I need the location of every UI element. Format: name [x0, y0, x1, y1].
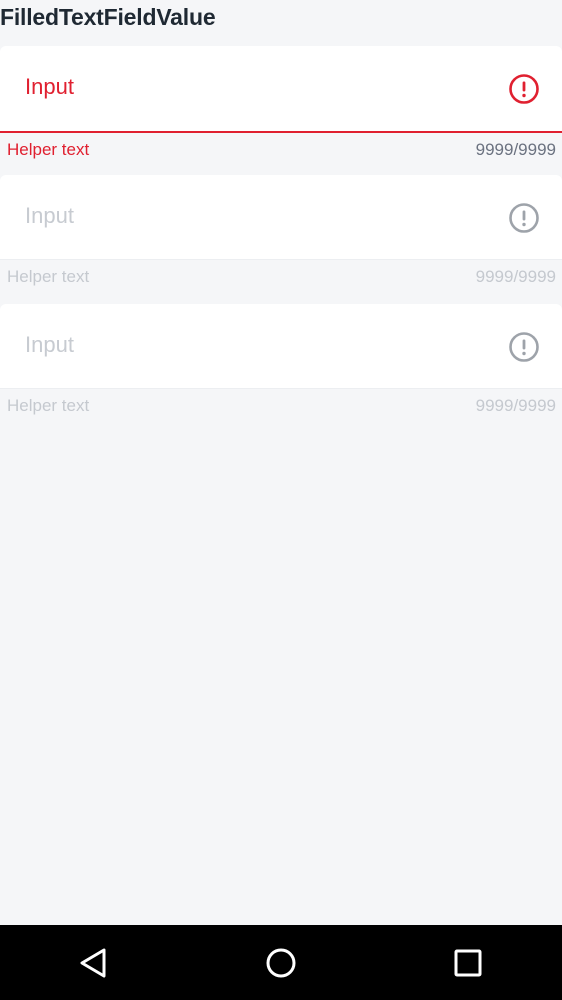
page-title: FilledTextFieldValue	[0, 4, 216, 30]
text-input[interactable]	[25, 203, 465, 229]
recents-icon[interactable]	[450, 945, 486, 981]
error-icon[interactable]	[508, 73, 540, 105]
helper-row: Helper text 9999/9999	[0, 260, 562, 302]
text-field-container[interactable]	[0, 46, 562, 133]
character-counter: 9999/9999	[475, 140, 556, 159]
character-counter: 9999/9999	[475, 267, 556, 286]
helper-text: Helper text	[7, 140, 90, 159]
helper-row: Helper text 9999/9999	[0, 389, 562, 431]
back-icon[interactable]	[76, 945, 112, 981]
home-icon[interactable]	[263, 945, 299, 981]
error-icon[interactable]	[508, 331, 540, 363]
text-field-disabled: Helper text 9999/9999	[0, 175, 562, 302]
helper-row: Helper text 9999/9999	[0, 133, 562, 175]
navigation-bar	[0, 925, 562, 1000]
text-field-container[interactable]	[0, 175, 562, 260]
text-input[interactable]	[25, 332, 465, 358]
text-field-disabled: Helper text 9999/9999	[0, 304, 562, 431]
helper-text: Helper text	[7, 396, 90, 415]
text-field-error: Helper text 9999/9999	[0, 46, 562, 175]
text-field-container[interactable]	[0, 304, 562, 389]
text-input[interactable]	[25, 74, 465, 100]
error-icon[interactable]	[508, 202, 540, 234]
helper-text: Helper text	[7, 267, 90, 286]
character-counter: 9999/9999	[475, 396, 556, 415]
